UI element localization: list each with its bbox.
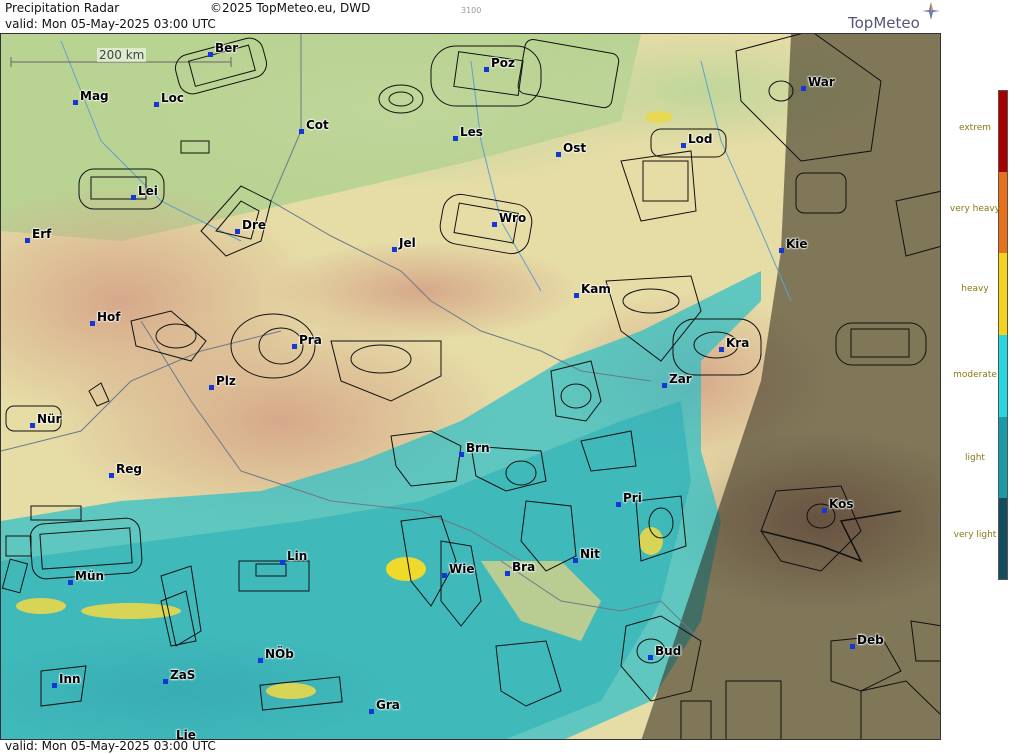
- topmeteo-logo: TopMeteo: [848, 14, 920, 32]
- city-label: Mün: [75, 569, 105, 583]
- city-dot: [208, 52, 213, 57]
- city-label: Plz: [216, 374, 236, 388]
- city-dot: [154, 102, 159, 107]
- city-dot: [779, 248, 784, 253]
- valid-time: valid: Mon 05-May-2025 03:00 UTC: [5, 17, 216, 31]
- city-label: Zar: [669, 372, 692, 386]
- city-dot: [392, 247, 397, 252]
- map-title: Precipitation Radar: [5, 1, 120, 15]
- city-label: Jel: [399, 236, 416, 250]
- product-code: 3100: [461, 6, 482, 15]
- city-label: Nit: [580, 547, 600, 561]
- city-dot: [258, 658, 263, 663]
- legend-color-bar: [998, 90, 1008, 580]
- city-dot: [648, 655, 653, 660]
- city-dot: [52, 683, 57, 688]
- city-label: Bra: [512, 560, 536, 574]
- city-label: ZaS: [170, 668, 196, 682]
- legend-swatch-heavy: [999, 253, 1007, 335]
- city-dot: [109, 473, 114, 478]
- city-dot: [556, 152, 561, 157]
- compass-icon: [922, 2, 940, 20]
- city-label: Deb: [857, 633, 884, 647]
- city-label: Lin: [287, 549, 308, 563]
- city-dot: [719, 347, 724, 352]
- radar-map[interactable]: 200 km Ber Poz War Mag Loc Cot Les Ost L…: [0, 33, 941, 740]
- city-dot: [822, 508, 827, 513]
- legend-label-light: light: [965, 453, 985, 463]
- legend-label-very-heavy: very heavy: [949, 204, 1001, 214]
- city-label: Gra: [376, 698, 400, 712]
- city-dot: [801, 86, 806, 91]
- city-dot: [25, 238, 30, 243]
- city-dot: [459, 452, 464, 457]
- city-label: Inn: [59, 672, 81, 686]
- legend-label-very-light: very light: [953, 530, 997, 540]
- city-dot: [292, 344, 297, 349]
- legend-label-extrem: extrem: [958, 123, 992, 133]
- city-dot: [573, 558, 578, 563]
- city-dot: [850, 644, 855, 649]
- city-dot: [369, 709, 374, 714]
- city-label: Pri: [623, 491, 642, 505]
- city-dot: [662, 383, 667, 388]
- copyright-text: ©2025 TopMeteo.eu, DWD: [210, 1, 371, 15]
- city-dot: [280, 560, 285, 565]
- footer-valid-time: valid: Mon 05-May-2025 03:00 UTC: [5, 739, 216, 753]
- city-label: Lod: [688, 132, 713, 146]
- city-label: Wro: [499, 211, 527, 225]
- city-label: Ber: [215, 41, 239, 55]
- city-dot: [163, 679, 168, 684]
- map-footer: valid: Mon 05-May-2025 03:00 UTC: [0, 739, 941, 754]
- map-header: Precipitation Radar ©2025 TopMeteo.eu, D…: [0, 0, 941, 33]
- city-dot: [505, 571, 510, 576]
- city-dot: [30, 423, 35, 428]
- city-dot: [90, 321, 95, 326]
- city-dot: [681, 143, 686, 148]
- legend-label-heavy: heavy: [961, 284, 989, 294]
- city-label: Erf: [32, 227, 52, 241]
- city-label: NÖb: [265, 647, 294, 661]
- city-label: Hof: [97, 310, 121, 324]
- city-label: Pra: [299, 333, 322, 347]
- city-label: Nür: [37, 412, 62, 426]
- city-dot: [492, 222, 497, 227]
- city-label: Mag: [80, 89, 109, 103]
- city-dot: [574, 293, 579, 298]
- city-label: Kos: [829, 497, 854, 511]
- city-label: Kam: [581, 282, 611, 296]
- city-label: Dre: [242, 218, 267, 232]
- city-label: Bud: [655, 644, 682, 658]
- city-label: Cot: [306, 118, 329, 132]
- city-label: Les: [460, 125, 483, 139]
- city-dot: [442, 573, 447, 578]
- city-label: Wie: [449, 562, 475, 576]
- city-dot: [484, 67, 489, 72]
- city-dot: [73, 100, 78, 105]
- legend-label-moderate: moderate: [953, 370, 997, 380]
- city-label: War: [808, 75, 835, 89]
- city-dot: [209, 385, 214, 390]
- city-label: Poz: [491, 56, 516, 70]
- city-label: Ost: [563, 141, 587, 155]
- city-dot: [68, 580, 73, 585]
- city-label: Kie: [786, 237, 808, 251]
- city-label: Lei: [138, 184, 158, 198]
- city-dot: [453, 136, 458, 141]
- scale-bar-label: 200 km: [97, 48, 147, 62]
- city-label: Brn: [466, 441, 490, 455]
- city-label: Loc: [161, 91, 185, 105]
- city-dot: [131, 195, 136, 200]
- terrain-background: [1, 34, 940, 739]
- city-dot: [299, 129, 304, 134]
- city-dot: [616, 502, 621, 507]
- precipitation-legend: extrem very heavy heavy moderate light v…: [941, 0, 1033, 754]
- city-dot: [235, 229, 240, 234]
- city-label: Kra: [726, 336, 750, 350]
- city-label: Reg: [116, 462, 142, 476]
